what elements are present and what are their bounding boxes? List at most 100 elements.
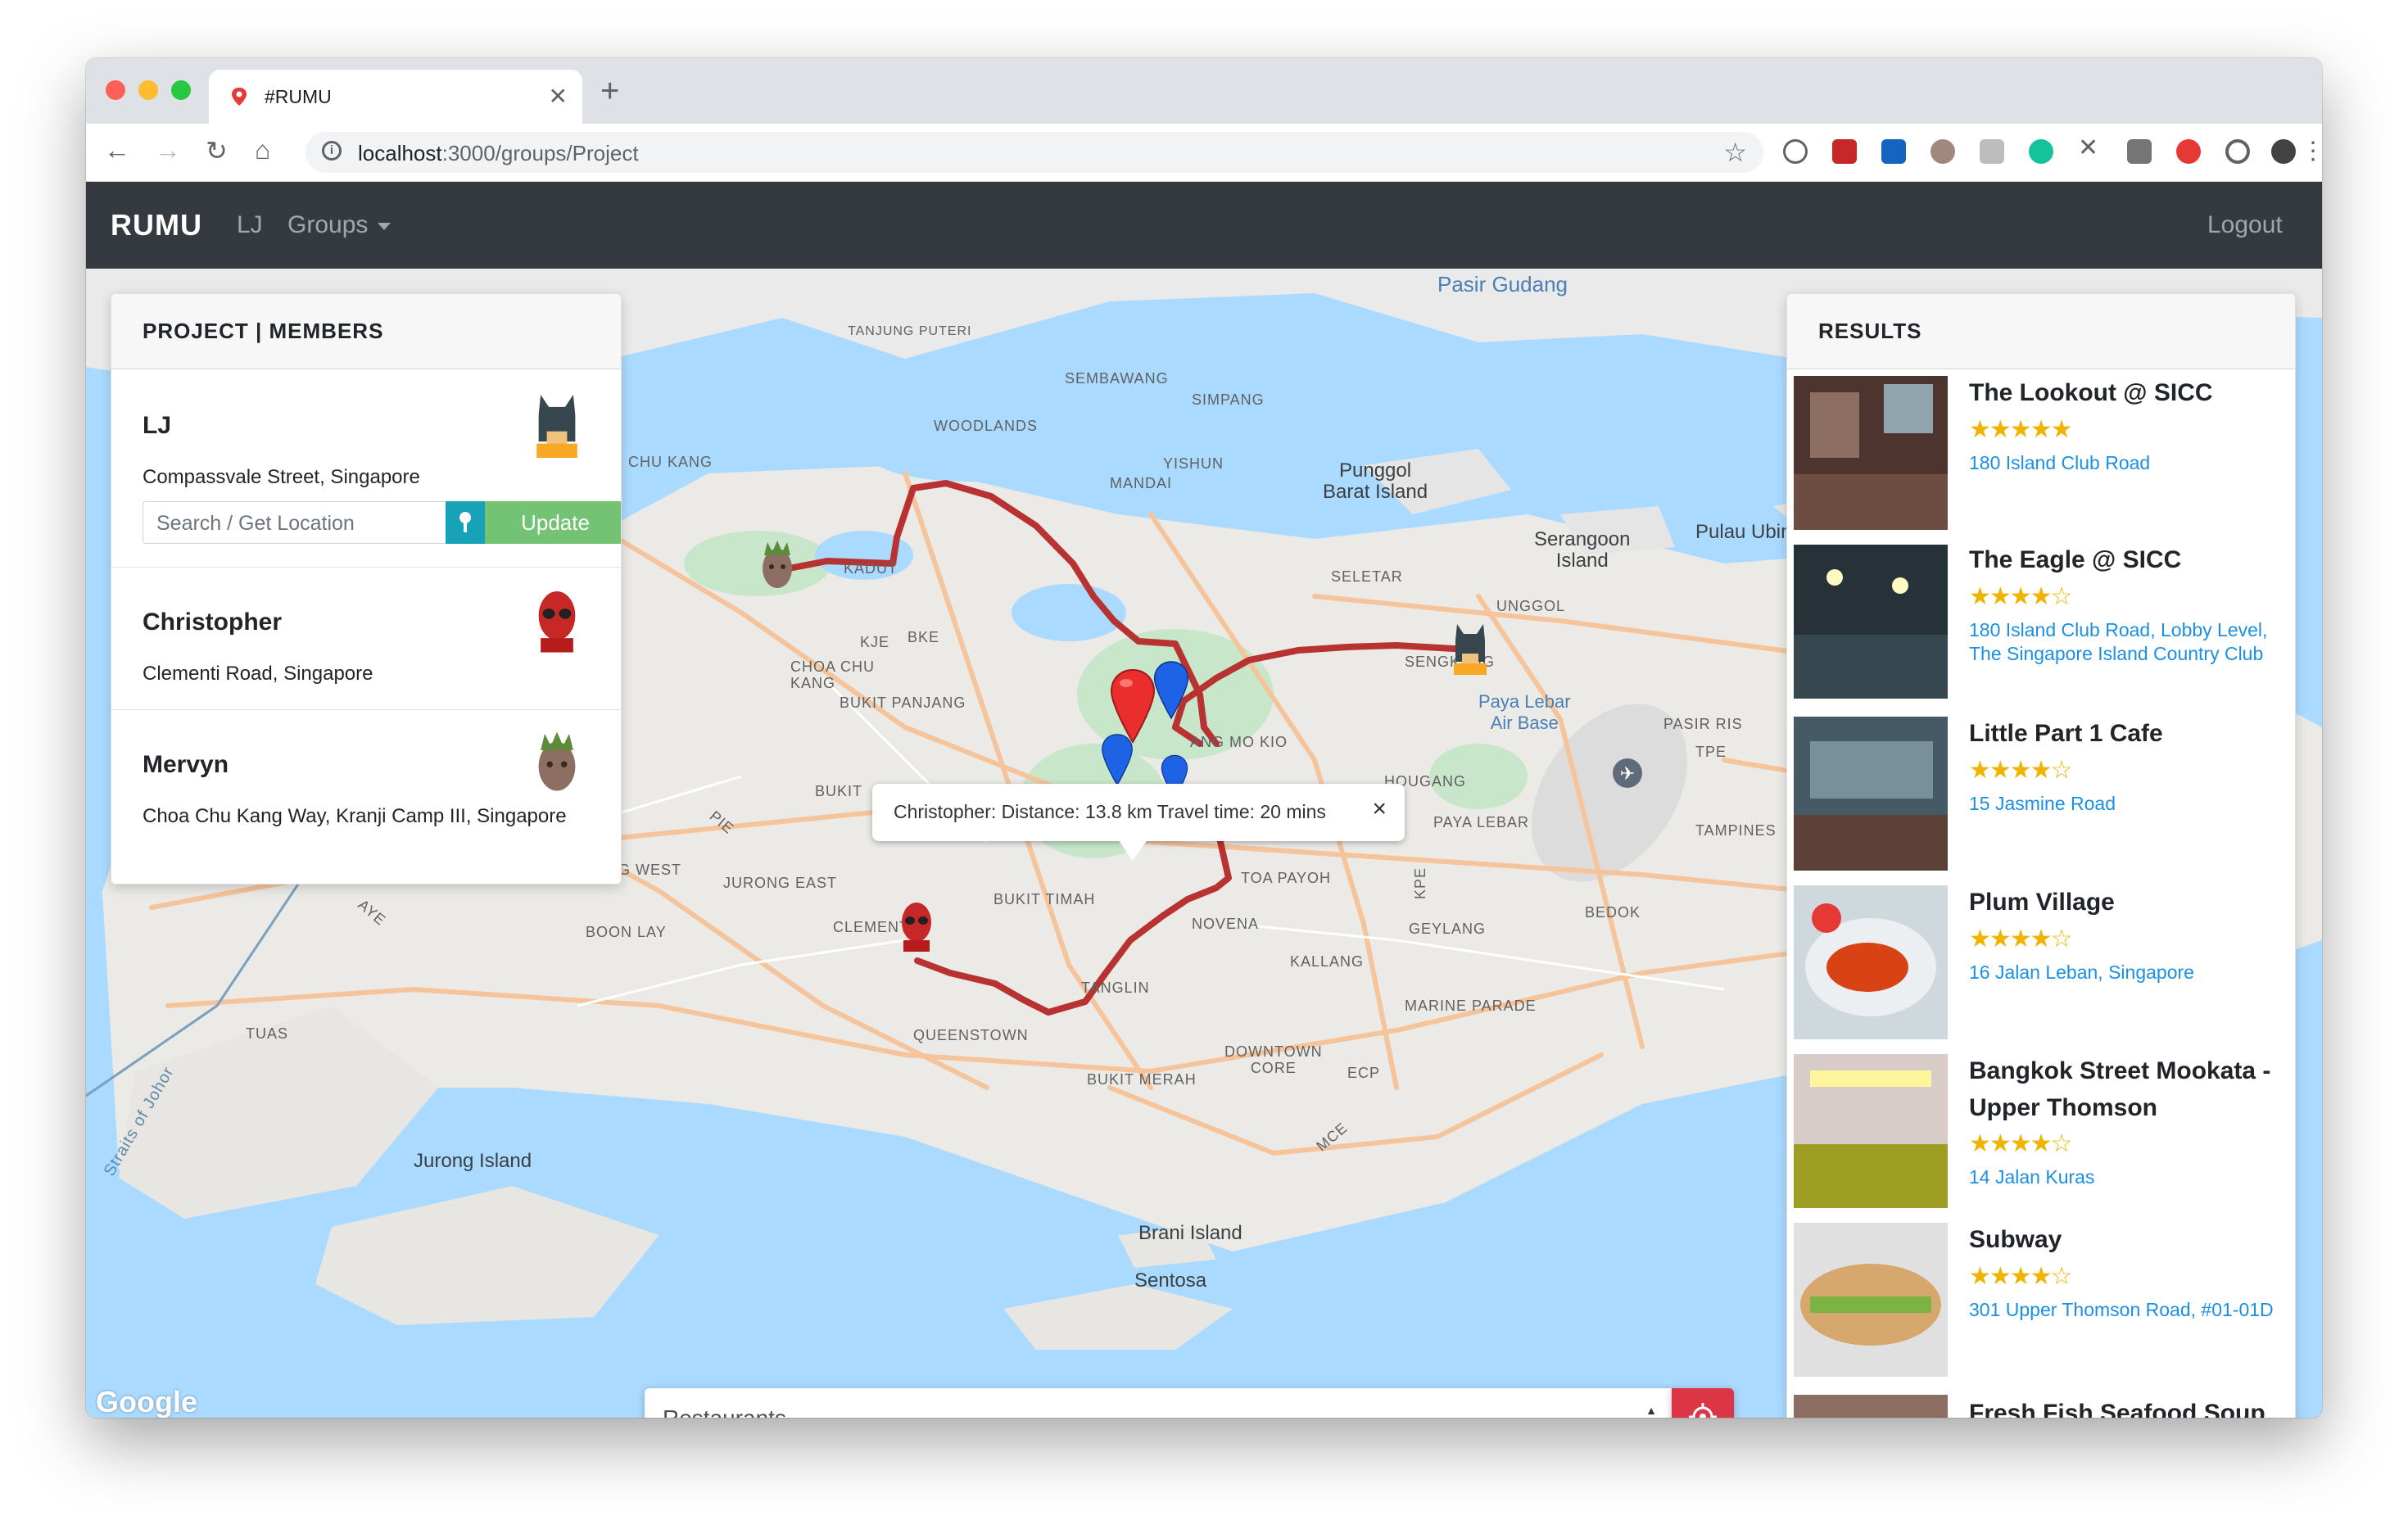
map-label-pulau-ubin: Pulau Ubin	[1695, 521, 1792, 543]
result-name[interactable]: Little Part 1 Cafe	[1969, 715, 2288, 752]
results-panel: RESULTS The Lookout @ SICC ★★★★★ 180 Isl…	[1786, 293, 2296, 1418]
result-address[interactable]: 16 Jalan Leban, Singapore	[1969, 961, 2280, 984]
member-name: Christopher	[143, 609, 283, 636]
nav-groups-dropdown[interactable]: Groups	[287, 211, 392, 239]
map-label-bukit-merah: BUKIT MERAH	[1087, 1071, 1197, 1088]
map-avatar-batman[interactable]	[1449, 621, 1491, 675]
menu-dots-icon[interactable]: ⋮	[2301, 137, 2322, 165]
extension-8-icon[interactable]	[2127, 139, 2152, 164]
extension-3-icon[interactable]	[1881, 139, 1906, 164]
result-address[interactable]: 301 Upper Thomson Road, #01-01D	[1969, 1298, 2280, 1322]
new-tab-icon[interactable]: +	[600, 73, 619, 110]
map-canvas[interactable]: ✈ Pasir Gudang TANJUNG PUTERI SEMBAWANG …	[86, 269, 2322, 1418]
rating-stars-icon: ★★★★★	[1969, 416, 2072, 443]
back-icon[interactable]: ←	[104, 135, 130, 165]
result-item[interactable]: Fresh Fish Seafood Soup	[1787, 1388, 2295, 1418]
result-item[interactable]: The Lookout @ SICC ★★★★★ 180 Island Club…	[1787, 369, 2295, 539]
result-name[interactable]: The Eagle @ SICC	[1969, 541, 2288, 578]
category-select-value: Restaurants	[663, 1405, 786, 1418]
browser-window: #RUMU ✕ + ← → ↻ ⌂ i localhost:3000/group…	[86, 58, 2322, 1418]
member-address: Choa Chu Kang Way, Kranji Camp III, Sing…	[143, 805, 567, 827]
brand-logo[interactable]: RUMU	[111, 208, 202, 242]
map-label-novena: NOVENA	[1192, 916, 1260, 932]
member-name: Mervyn	[143, 751, 229, 778]
grammarly-icon[interactable]	[2029, 139, 2053, 164]
browser-tab[interactable]: #RUMU ✕	[209, 70, 582, 124]
svg-text:✈: ✈	[1620, 764, 1635, 785]
home-icon[interactable]: ⌂	[255, 135, 270, 165]
map-label-marine-parade: MARINE PARADE	[1405, 998, 1537, 1014]
deadpool-avatar-icon	[538, 591, 576, 653]
extension-1-icon[interactable]	[1783, 139, 1808, 164]
tab-strip: #RUMU ✕ +	[86, 58, 2322, 124]
map-label-chu-kang: M CHU KANG	[610, 454, 713, 470]
map-label-punggol-barat: Punggol Barat Island	[1323, 459, 1428, 503]
profile-avatar[interactable]	[2271, 139, 2296, 164]
map-label-toa-payoh: TOA PAYOH	[1241, 870, 1332, 886]
result-name[interactable]: Fresh Fish Seafood Soup	[1969, 1395, 2288, 1418]
result-name[interactable]: Subway	[1969, 1221, 2288, 1258]
rating-stars-icon: ★★★★☆	[1969, 1263, 2072, 1290]
result-name[interactable]: The Lookout @ SICC	[1969, 374, 2288, 411]
result-name[interactable]: Bangkok Street Mookata - Upper Thomson	[1969, 1052, 2288, 1126]
members-panel: PROJECT | MEMBERS LJ Compassvale Street,…	[111, 293, 622, 885]
update-location-button[interactable]: Update	[485, 501, 621, 544]
map-label-downtown-core: DOWNTOWN CORE	[1224, 1043, 1323, 1076]
result-item[interactable]: Little Part 1 Cafe ★★★★☆ 15 Jasmine Road	[1787, 710, 2295, 880]
get-location-button[interactable]	[446, 501, 485, 544]
maximize-window-button[interactable]	[171, 80, 191, 100]
logout-link[interactable]: Logout	[2207, 211, 2283, 239]
address-bar[interactable]: i localhost:3000/groups/Project ☆	[306, 132, 1763, 173]
close-icon[interactable]: ×	[1372, 795, 1387, 823]
map-label-serangoon-island: Serangoon Island	[1534, 528, 1631, 572]
close-window-button[interactable]	[106, 80, 125, 100]
map-label-simpang: SIMPANG	[1192, 391, 1265, 408]
result-address[interactable]: 15 Jasmine Road	[1969, 792, 2280, 816]
result-item[interactable]: Bangkok Street Mookata - Upper Thomson ★…	[1787, 1048, 2295, 1217]
result-item[interactable]: The Eagle @ SICC ★★★★☆ 180 Island Club R…	[1787, 538, 2295, 711]
map-label-queenstown: QUEENSTOWN	[913, 1027, 1029, 1043]
result-address[interactable]: 14 Jalan Kuras	[1969, 1165, 2280, 1189]
groot-avatar-icon	[538, 731, 576, 791]
location-search-input[interactable]: Search / Get Location	[143, 501, 447, 544]
route-info-window: Christopher: Distance: 13.8 km Travel ti…	[872, 784, 1405, 861]
forward-icon[interactable]: →	[155, 135, 181, 165]
minimize-window-button[interactable]	[138, 80, 158, 100]
tab-close-icon[interactable]: ✕	[549, 83, 568, 110]
result-address[interactable]: 180 Island Club Road	[1969, 451, 2280, 475]
result-item[interactable]: Subway ★★★★☆ 301 Upper Thomson Road, #01…	[1787, 1216, 2295, 1389]
google-attribution-logo: Google	[96, 1385, 197, 1418]
restaurant-photo	[1794, 1395, 1948, 1418]
site-info-icon[interactable]: i	[322, 141, 342, 161]
map-pin-blue-icon[interactable]	[1151, 658, 1192, 724]
browser-toolbar: ← → ↻ ⌂ i localhost:3000/groups/Project …	[86, 124, 2322, 182]
extension-7-icon[interactable]: ✕	[2078, 133, 2102, 161]
map-label-sembawang: SEMBAWANG	[1065, 370, 1169, 387]
member-card: LJ Compassvale Street, Singapore Search …	[111, 369, 621, 568]
nav-user-link[interactable]: LJ	[237, 211, 263, 239]
map-avatar-groot[interactable]	[756, 539, 799, 593]
map-label-kje: KJE	[860, 634, 890, 650]
restaurant-photo	[1794, 545, 1948, 699]
bookmark-star-icon[interactable]: ☆	[1723, 137, 1747, 168]
extension-2-icon[interactable]	[1832, 139, 1857, 164]
result-item[interactable]: Plum Village ★★★★☆ 16 Jalan Leban, Singa…	[1787, 879, 2295, 1048]
extension-5-icon[interactable]	[1980, 139, 2004, 164]
locate-button[interactable]	[1672, 1388, 1734, 1418]
result-name[interactable]: Plum Village	[1969, 884, 2288, 921]
reload-icon[interactable]: ↻	[206, 135, 228, 166]
category-select[interactable]: Restaurants ▲▼	[645, 1388, 1672, 1418]
map-label-paya-lebar: PAYA LEBAR	[1433, 814, 1530, 830]
extension-9-icon[interactable]	[2176, 139, 2201, 164]
rating-stars-icon: ★★★★☆	[1969, 925, 2072, 953]
route-info-text: Christopher: Distance: 13.8 km Travel ti…	[894, 801, 1326, 822]
result-address[interactable]: 180 Island Club Road, Lobby Level, The S…	[1969, 618, 2280, 666]
crosshair-icon	[1689, 1403, 1717, 1418]
map-pin-blue-icon[interactable]	[1098, 732, 1136, 790]
extension-10-icon[interactable]	[2225, 139, 2250, 164]
rating-stars-icon: ★★★★☆	[1969, 757, 2072, 784]
extension-4-icon[interactable]	[1930, 139, 1955, 164]
map-label-tuas: TUAS	[246, 1025, 289, 1042]
map-label-boon-lay: BOON LAY	[586, 924, 667, 940]
map-avatar-deadpool[interactable]	[895, 899, 938, 953]
